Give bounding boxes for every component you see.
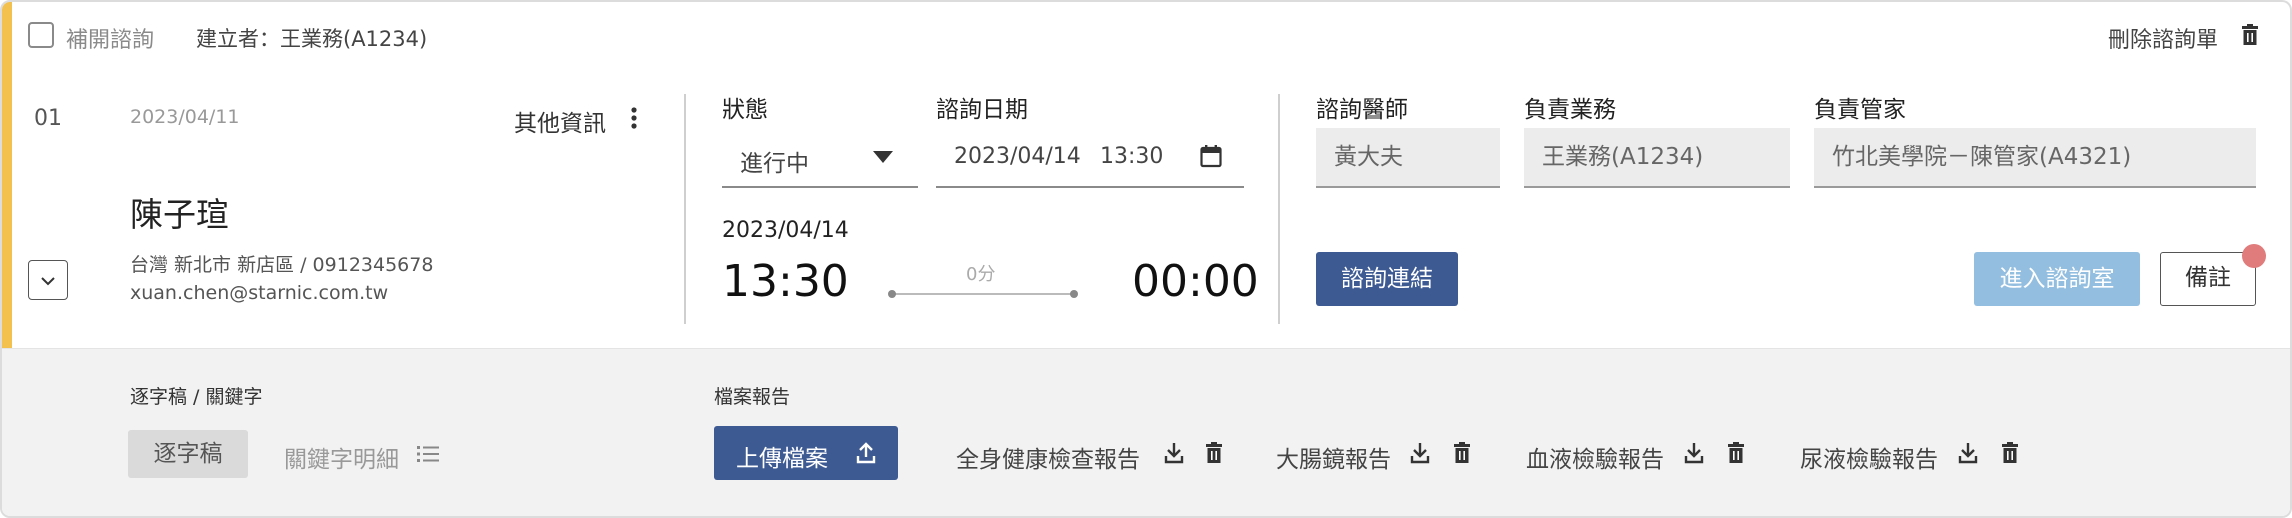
delete-consultation-link[interactable]: 刪除諮詢單 (2108, 22, 2218, 54)
duration-end-dot (1070, 290, 1078, 298)
trash-icon[interactable] (1998, 440, 2022, 466)
session-start-time: 13:30 (722, 256, 849, 307)
trash-icon[interactable] (2238, 22, 2262, 48)
report-item-label[interactable]: 血液檢驗報告 (1526, 440, 1664, 474)
client-created-date: 2023/04/11 (130, 106, 240, 128)
sales-label: 負責業務 (1524, 97, 1616, 123)
reopen-checkbox[interactable] (28, 22, 54, 48)
other-info-label[interactable]: 其他資訊 (514, 104, 606, 138)
lower-panel (2, 348, 2290, 516)
duration-start-dot (888, 290, 896, 298)
caret-down-icon[interactable] (870, 146, 896, 168)
report-item-label[interactable]: 尿液檢驗報告 (1800, 440, 1938, 474)
notes-button[interactable]: 備註 (2160, 252, 2256, 306)
client-email: xuan.chen@starnic.com.tw (130, 282, 389, 304)
status-label: 狀態 (722, 97, 768, 123)
session-date: 2023/04/14 (722, 218, 849, 243)
download-icon[interactable] (1682, 440, 1706, 466)
session-end-time: 00:00 (1132, 256, 1259, 307)
client-address-phone: 台灣 新北市 新店區 / 0912345678 (130, 254, 434, 276)
consult-date-value[interactable]: 2023/04/14 (954, 144, 1081, 169)
calendar-icon[interactable] (1198, 142, 1224, 170)
client-name: 陳子瑄 (130, 195, 229, 234)
transcript-section-label: 逐字稿 / 關鍵字 (130, 386, 263, 408)
divider (1278, 94, 1280, 324)
expand-button[interactable] (28, 260, 68, 300)
trash-icon[interactable] (1724, 440, 1748, 466)
report-item-label[interactable]: 全身健康檢查報告 (956, 440, 1140, 474)
divider (684, 94, 686, 324)
report-item-label[interactable]: 大腸鏡報告 (1276, 440, 1391, 474)
reopen-label: 補開諮詢 (66, 28, 155, 53)
doctor-field: 黃大夫 (1316, 128, 1500, 188)
list-icon[interactable] (416, 442, 440, 466)
more-vertical-icon[interactable] (622, 104, 646, 132)
transcript-button[interactable]: 逐字稿 (128, 430, 248, 478)
enter-room-button[interactable]: 進入諮詢室 (1974, 252, 2140, 306)
consult-link-button[interactable]: 諮詢連結 (1316, 252, 1458, 306)
reports-section-label: 檔案報告 (714, 386, 791, 408)
status-accent-bar (2, 2, 12, 348)
consult-date-underline (936, 186, 1244, 188)
consultation-card: 補開諮詢 建立者：王業務(A1234) 刪除諮詢單 01 2023/04/11 … (0, 0, 2292, 518)
status-select-underline (722, 186, 918, 188)
keywords-detail-button[interactable]: 關鍵字明細 (284, 440, 399, 474)
upload-icon (854, 440, 878, 466)
download-icon[interactable] (1162, 440, 1186, 466)
consult-date-label: 諮詢日期 (936, 97, 1028, 123)
download-icon[interactable] (1956, 440, 1980, 466)
sales-field: 王業務(A1234) (1524, 128, 1790, 188)
download-icon[interactable] (1408, 440, 1432, 466)
consult-time-value[interactable]: 13:30 (1100, 144, 1163, 169)
upload-button-label: 上傳檔案 (736, 446, 828, 472)
trash-icon[interactable] (1450, 440, 1474, 466)
trash-icon[interactable] (1202, 440, 1226, 466)
manager-label: 負責管家 (1814, 97, 1906, 123)
doctor-label: 諮詢醫師 (1316, 97, 1408, 123)
upload-file-button[interactable]: 上傳檔案 (714, 426, 898, 480)
manager-field: 竹北美學院－陳管家(A4321) (1814, 128, 2256, 188)
chevron-down-icon (41, 271, 55, 290)
creator-text: 建立者：王業務(A1234) (196, 27, 428, 51)
duration-line (892, 293, 1076, 295)
notification-badge (2242, 244, 2266, 268)
status-select-value[interactable]: 進行中 (740, 144, 809, 178)
session-duration: 0分 (966, 264, 996, 285)
row-index: 01 (34, 106, 62, 131)
